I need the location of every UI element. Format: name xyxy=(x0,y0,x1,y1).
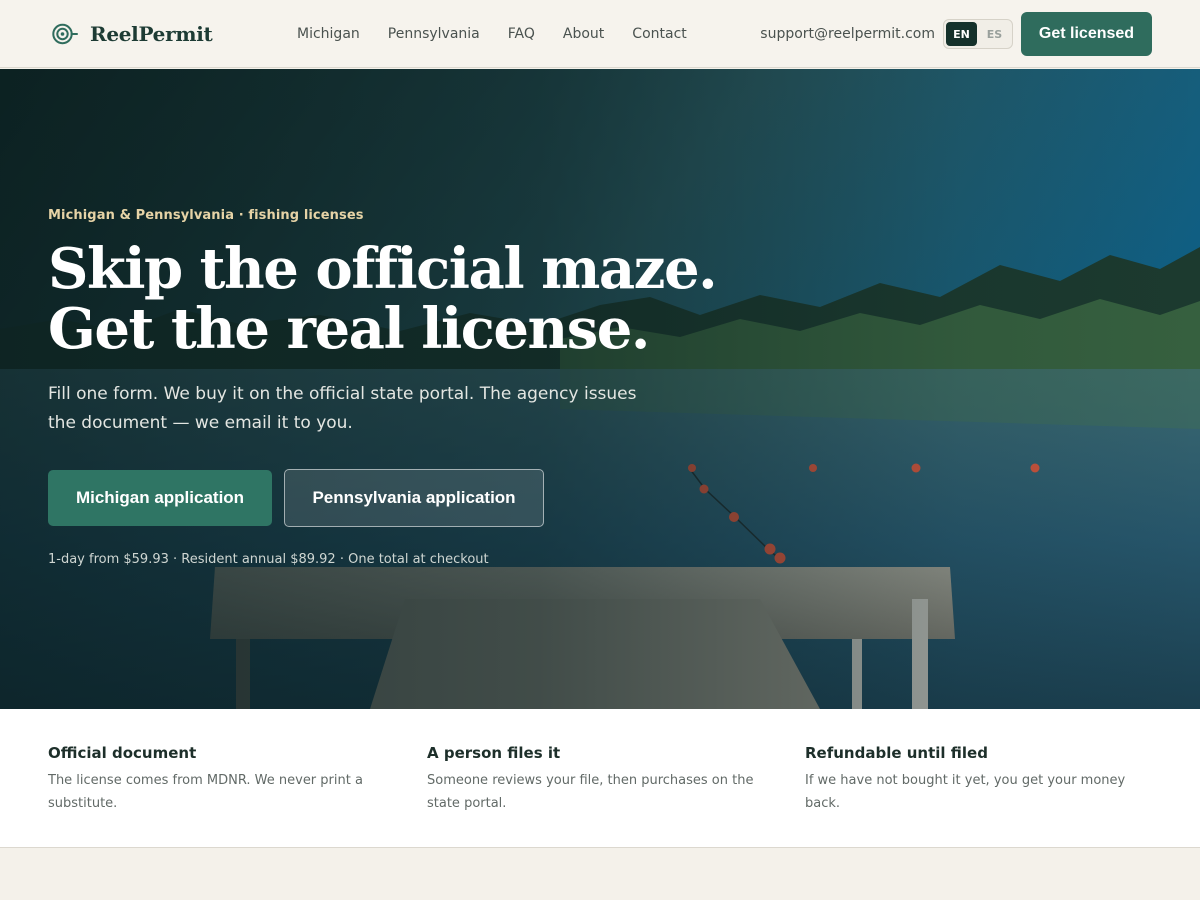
nav-link-contact[interactable]: Contact xyxy=(632,24,686,44)
nav-link-pennsylvania[interactable]: Pennsylvania xyxy=(388,24,480,44)
brand-logo-link[interactable]: ReelPermit xyxy=(52,20,213,48)
top-navigation-bar: ReelPermit Michigan Pennsylvania FAQ Abo… xyxy=(0,0,1200,68)
hero-headline: Skip the official maze. Get the real lic… xyxy=(48,236,718,362)
feature-refundable: Refundable until filed If we have not bo… xyxy=(805,743,1155,815)
support-email-link[interactable]: support@reelpermit.com xyxy=(760,24,935,44)
feature-title: Refundable until filed xyxy=(805,744,988,762)
michigan-application-button[interactable]: Michigan application xyxy=(48,470,272,526)
nav-link-michigan[interactable]: Michigan xyxy=(297,24,360,44)
pennsylvania-application-button[interactable]: Pennsylvania application xyxy=(284,469,544,527)
feature-body: If we have not bought it yet, you get yo… xyxy=(805,773,1126,811)
hero-lede: Fill one form. We buy it on the official… xyxy=(48,384,637,433)
nav-link-about[interactable]: About xyxy=(563,24,604,44)
nav-link-faq[interactable]: FAQ xyxy=(508,24,535,44)
pricing-note: 1-day from $59.93 · Resident annual $89.… xyxy=(48,552,489,567)
feature-person-files: A person files it Someone reviews your f… xyxy=(427,743,777,815)
hero-eyebrow: Michigan & Pennsylvania · fishing licens… xyxy=(48,208,364,223)
main-nav: Michigan Pennsylvania FAQ About Contact xyxy=(297,24,687,44)
hero-section: Michigan & Pennsylvania · fishing licens… xyxy=(0,69,1200,709)
feature-body: The license comes from MDNR. We never pr… xyxy=(48,773,363,811)
feature-body: Someone reviews your file, then purchase… xyxy=(427,773,754,811)
spiral-logo-icon xyxy=(52,23,78,45)
feature-title: Official document xyxy=(48,744,197,762)
lang-option-es[interactable]: ES xyxy=(979,22,1010,46)
feature-official-document: Official document The license comes from… xyxy=(48,743,398,815)
lang-option-en[interactable]: EN xyxy=(946,22,977,46)
feature-title: A person files it xyxy=(427,744,561,762)
brand-name: ReelPermit xyxy=(90,22,213,46)
language-switcher: EN ES xyxy=(943,19,1013,49)
features-strip: Official document The license comes from… xyxy=(0,709,1200,848)
get-licensed-button[interactable]: Get licensed xyxy=(1021,12,1152,56)
